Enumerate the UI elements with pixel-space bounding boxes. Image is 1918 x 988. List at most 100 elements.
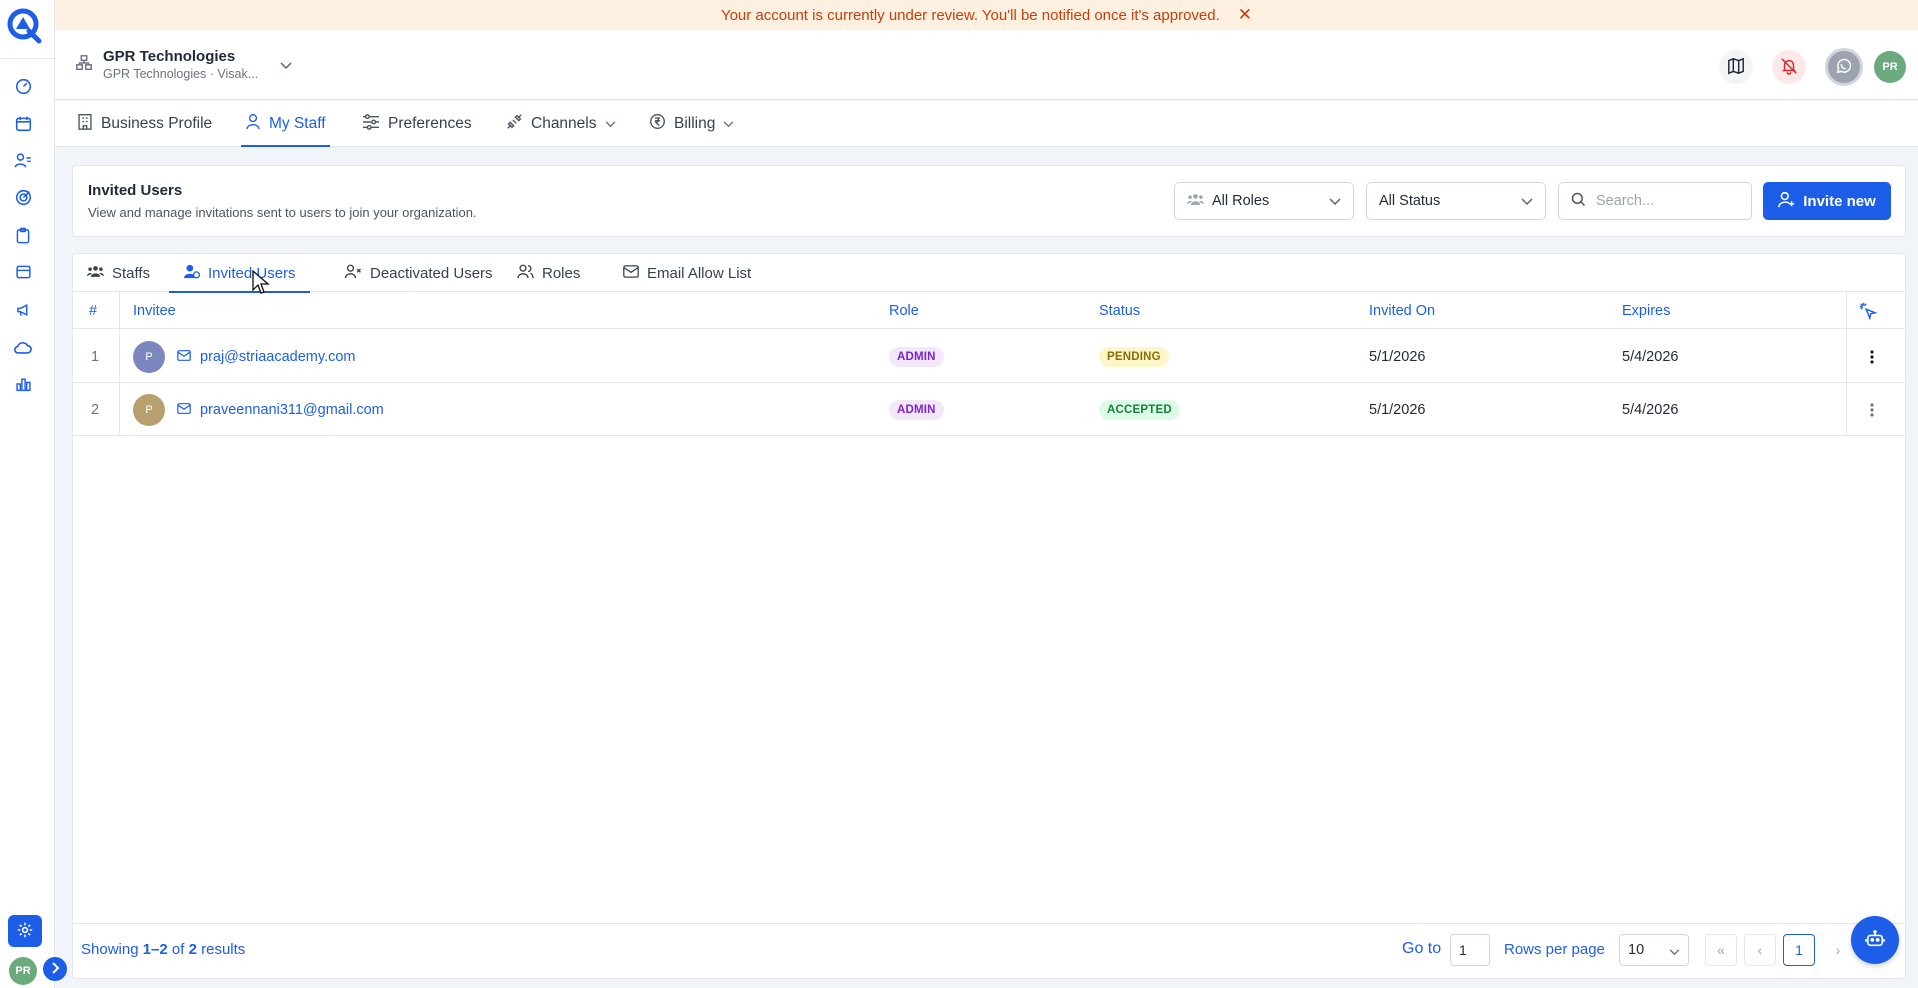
row-number: 2 [91, 401, 100, 418]
tab-label: Preferences [388, 115, 472, 132]
map-icon [1727, 57, 1745, 78]
invited-on-cell: 5/1/2026 [1369, 401, 1426, 418]
analytics-icon[interactable] [13, 374, 33, 394]
row-number: 1 [91, 348, 100, 365]
col-header-invitee[interactable]: Invitee [133, 292, 176, 329]
col-header-invited-on[interactable]: Invited On [1369, 292, 1435, 329]
table-row[interactable]: 1 P praj@striaacademy.com ADMIN PENDING … [73, 330, 1905, 383]
bell-off-icon [1780, 57, 1798, 78]
invitee-avatar: P [133, 393, 165, 426]
page-number-button[interactable]: 1 [1783, 934, 1815, 966]
settings-button[interactable] [8, 915, 42, 947]
tab-label: Roles [542, 264, 581, 282]
status-filter-select[interactable]: All Status [1366, 182, 1546, 220]
cloud-icon[interactable] [13, 337, 33, 357]
building-icon [77, 113, 93, 135]
card-icon[interactable] [13, 262, 33, 282]
first-page-button[interactable]: « [1705, 934, 1737, 966]
add-user-icon [1778, 191, 1795, 212]
showing-label: Showing [81, 941, 139, 958]
column-picker-icon[interactable] [1859, 292, 1877, 329]
profile-avatar[interactable]: PR [1874, 51, 1906, 83]
goto-page-input[interactable] [1450, 934, 1490, 966]
col-header-expires[interactable]: Expires [1622, 292, 1670, 329]
tab-invited-users[interactable]: Invited Users [169, 254, 310, 293]
user-avatar[interactable]: PR [9, 957, 37, 985]
whatsapp-button[interactable] [1825, 48, 1863, 86]
role-cell: ADMIN [889, 383, 944, 436]
megaphone-icon[interactable] [13, 300, 33, 320]
invitee-cell: P praveennani311@gmail.com [133, 383, 384, 436]
tab-staffs[interactable]: Staffs [73, 254, 164, 292]
col-header-role[interactable]: Role [889, 292, 919, 329]
pagination-footer: Showing 1–2 of 2 results Go to Rows per … [73, 923, 1905, 978]
close-icon[interactable]: ✕ [1238, 5, 1252, 25]
chevron-down-icon [1669, 944, 1680, 960]
invite-new-button[interactable]: Invite new [1763, 182, 1891, 220]
chatbot-button[interactable] [1851, 916, 1899, 964]
next-page-button[interactable]: › [1822, 934, 1854, 966]
search-input[interactable] [1596, 193, 1736, 209]
contacts-icon[interactable] [13, 150, 33, 170]
row-actions-icon[interactable] [1870, 330, 1874, 383]
user-icon [245, 113, 261, 135]
section-description: View and manage invitations sent to user… [88, 205, 477, 220]
search-box[interactable] [1558, 182, 1752, 220]
tab-deactivated-users[interactable]: Deactivated Users [330, 254, 507, 292]
status-cell: ACCEPTED [1099, 383, 1180, 436]
tab-preferences[interactable]: Preferences [362, 101, 472, 147]
status-filter-value: All Status [1379, 193, 1441, 209]
tab-roles[interactable]: Roles [503, 254, 594, 292]
tab-my-staff[interactable]: My Staff [241, 101, 330, 147]
chevron-down-icon [1521, 194, 1533, 210]
tab-channels[interactable]: Channels [506, 101, 616, 147]
calendar-icon[interactable] [13, 113, 33, 133]
map-button[interactable] [1719, 50, 1753, 84]
invite-new-label: Invite new [1803, 192, 1876, 210]
tab-email-allow-list[interactable]: Email Allow List [609, 254, 765, 292]
app-logo-icon[interactable] [6, 7, 44, 45]
col-header-status[interactable]: Status [1099, 292, 1140, 329]
rail-divider [0, 58, 54, 59]
roles-filter-select[interactable]: All Roles [1174, 182, 1354, 220]
invited-users-header-card: Invited Users View and manage invitation… [72, 165, 1906, 237]
invitee-email-link[interactable]: praj@striaacademy.com [177, 349, 355, 365]
rows-per-page-label: Rows per page [1504, 941, 1605, 958]
role-badge: ADMIN [889, 399, 944, 420]
table-row[interactable]: 2 P praveennani311@gmail.com ADMIN ACCEP… [73, 383, 1905, 436]
tab-business-profile[interactable]: Business Profile [77, 101, 212, 147]
target-icon[interactable] [13, 187, 33, 207]
invitee-email-link[interactable]: praveennani311@gmail.com [177, 402, 384, 418]
expires-cell: 5/4/2026 [1622, 348, 1679, 365]
tab-billing[interactable]: Billing [649, 101, 734, 147]
chevron-left-icon: ‹ [1757, 942, 1763, 958]
chevron-right-icon: › [1835, 942, 1841, 958]
sliders-icon [362, 113, 380, 135]
prev-page-button[interactable]: ‹ [1744, 934, 1776, 966]
users-icon [1187, 193, 1204, 210]
org-subtitle: GPR Technologies · Visak... [103, 67, 259, 81]
expand-sidebar-button[interactable] [43, 957, 67, 981]
tab-label: Channels [531, 115, 597, 132]
org-switcher[interactable]: GPR Technologies GPR Technologies · Visa… [75, 48, 292, 81]
rupee-icon [649, 113, 666, 135]
notifications-muted-button[interactable] [1772, 50, 1806, 84]
goto-label: Go to [1402, 940, 1442, 957]
row-actions-icon[interactable] [1870, 383, 1874, 436]
dashboard-icon[interactable] [13, 76, 33, 96]
rows-per-page-select[interactable]: 10 [1619, 934, 1689, 966]
chevron-down-icon [723, 115, 734, 133]
tab-label: Invited Users [208, 264, 296, 282]
review-banner: Your account is currently under review. … [55, 0, 1918, 30]
clipboard-icon[interactable] [13, 225, 33, 245]
tab-label: Staffs [112, 264, 151, 282]
mail-icon [177, 402, 191, 418]
results-label: results [201, 941, 246, 958]
invitee-avatar: P [133, 340, 165, 373]
expires-cell: 5/4/2026 [1622, 401, 1679, 418]
sidebar-rail: PR [0, 0, 67, 988]
search-icon [1571, 192, 1586, 210]
user-type-tabs: Staffs Invited Users Deactivated Users R… [73, 254, 1905, 293]
gear-icon [17, 922, 33, 941]
tab-label: Business Profile [101, 115, 213, 132]
